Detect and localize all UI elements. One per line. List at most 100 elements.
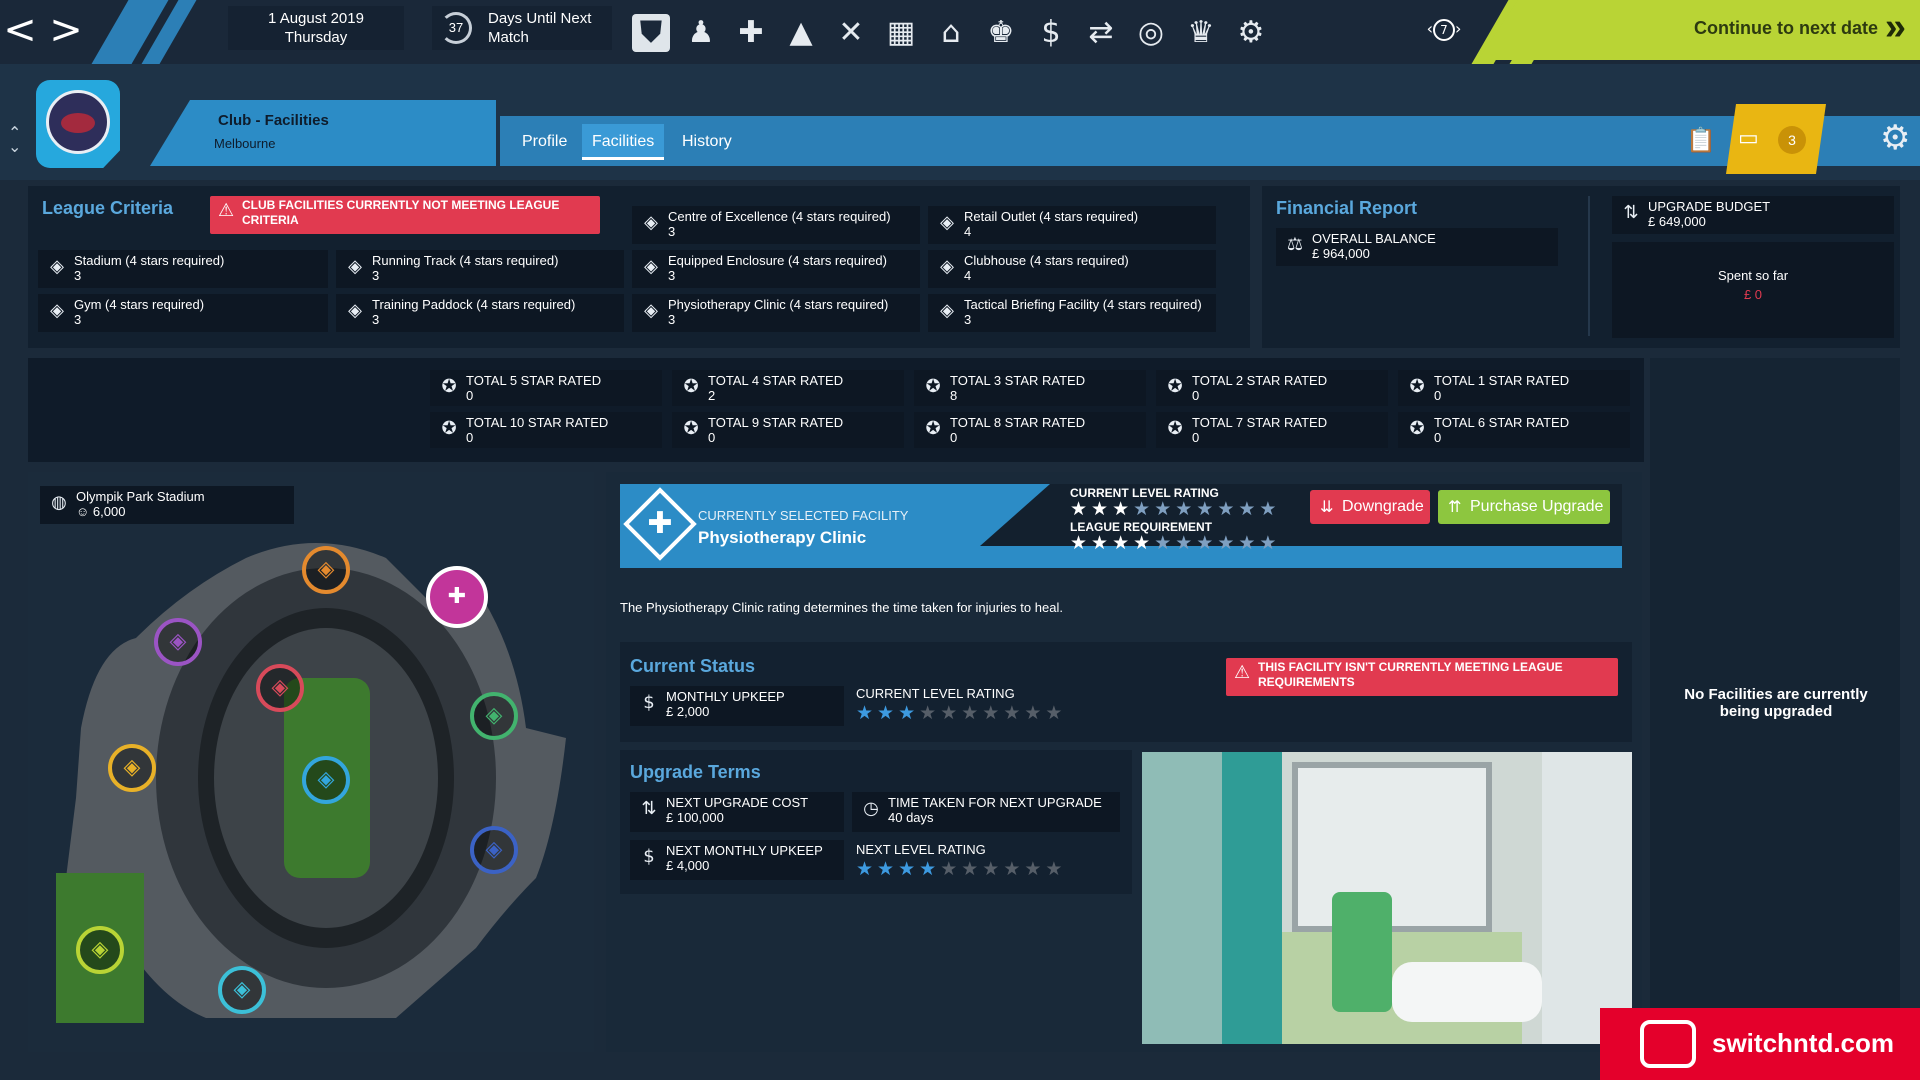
facility-marker-yellow[interactable]: ◈ bbox=[108, 744, 156, 792]
watermark-text: switchntd.com bbox=[1712, 1028, 1895, 1058]
club-shield-icon[interactable]: ⛊ bbox=[632, 14, 670, 52]
total-value: 0 bbox=[708, 430, 716, 445]
facility-diamond-icon: ◈ bbox=[940, 212, 954, 233]
empty-star-icon: ★ bbox=[961, 858, 983, 880]
history-counter[interactable]: ‹ 7 › bbox=[1424, 14, 1464, 44]
tab-facilities[interactable]: Facilities bbox=[582, 124, 665, 160]
tactics-icon[interactable]: ✕ bbox=[832, 14, 870, 52]
criteria-item[interactable]: ◈ Training Paddock (4 stars required) 3 bbox=[336, 294, 624, 332]
empty-star-icon: ★ bbox=[1045, 858, 1067, 880]
facility-marker-purple[interactable]: ◈ bbox=[154, 618, 202, 666]
criteria-value: 3 bbox=[668, 312, 676, 327]
curtain-left bbox=[1142, 752, 1222, 1044]
upgrade-budget-label: UPGRADE BUDGET bbox=[1648, 199, 1771, 214]
criteria-item[interactable]: ◈ Clubhouse (4 stars required) 4 bbox=[928, 250, 1216, 288]
empty-star-icon: ★ bbox=[940, 858, 962, 880]
filled-star-icon: ★ bbox=[1091, 532, 1113, 554]
facility-marker-red[interactable]: ◈ bbox=[256, 664, 304, 712]
league-requirement-stars: ★★★★★★★★★★ bbox=[1070, 532, 1280, 554]
home-icon[interactable]: ⌂ bbox=[932, 14, 970, 52]
current-date: 1 August 2019 Thursday bbox=[228, 6, 404, 50]
facility-marker-green[interactable]: ◈ bbox=[470, 692, 518, 740]
stadium-name: Olympik Park Stadium bbox=[76, 489, 205, 504]
medical-icon[interactable]: ✚ bbox=[732, 14, 770, 52]
purchase-upgrade-button[interactable]: ⇈ Purchase Upgrade bbox=[1438, 490, 1610, 524]
collapse-toggle-icon[interactable]: ⌃ ⌄ bbox=[8, 125, 21, 155]
next-level-label: NEXT LEVEL RATING bbox=[856, 842, 986, 857]
star-badge-icon: ✪ bbox=[1409, 376, 1425, 397]
tab-history[interactable]: History bbox=[672, 124, 742, 160]
criteria-label: Clubhouse (4 stars required) bbox=[964, 253, 1129, 268]
balance-scale-icon: ⚖ bbox=[1286, 234, 1304, 255]
tab-profile[interactable]: Profile bbox=[512, 124, 577, 160]
criteria-label: Training Paddock (4 stars required) bbox=[372, 297, 576, 312]
top-bar: < > 1 August 2019 Thursday 37 Days Until… bbox=[0, 0, 1920, 64]
facility-marker-lime[interactable]: ◈ bbox=[76, 926, 124, 974]
empty-star-icon: ★ bbox=[1259, 498, 1281, 520]
empty-star-icon: ★ bbox=[1175, 532, 1197, 554]
facility-diamond-icon: ◈ bbox=[940, 256, 954, 277]
facility-marker-blue[interactable]: ◈ bbox=[470, 826, 518, 874]
filled-star-icon: ★ bbox=[898, 858, 920, 880]
criteria-item[interactable]: ◈ Running Track (4 stars required) 3 bbox=[336, 250, 624, 288]
next-upkeep-value: £ 4,000 bbox=[666, 858, 710, 873]
criteria-item[interactable]: ◈ Centre of Excellence (4 stars required)… bbox=[632, 206, 920, 244]
filled-star-icon: ★ bbox=[856, 858, 878, 880]
status-rating-label: CURRENT LEVEL RATING bbox=[856, 686, 1015, 701]
training-cone-icon[interactable]: ▲ bbox=[782, 14, 820, 52]
facility-diamond-icon: ◈ bbox=[644, 212, 658, 233]
squad-icon[interactable]: ♟ bbox=[682, 14, 720, 52]
board-icon[interactable]: ⚙ bbox=[1232, 14, 1270, 52]
inbox-icon: ▭ bbox=[1738, 126, 1759, 151]
total-label: TOTAL 2 STAR RATED bbox=[1192, 373, 1328, 388]
downgrade-button[interactable]: ⇊ Downgrade bbox=[1310, 490, 1430, 524]
spent-label: Spent so far bbox=[1717, 268, 1789, 283]
history-count: 7 bbox=[1433, 19, 1455, 41]
empty-star-icon: ★ bbox=[1133, 498, 1155, 520]
filled-star-icon: ★ bbox=[877, 858, 899, 880]
current-level-stars: ★★★★★★★★★★ bbox=[1070, 498, 1280, 520]
criteria-value: 3 bbox=[372, 312, 380, 327]
scouting-icon[interactable]: ◎ bbox=[1132, 14, 1170, 52]
empty-star-icon: ★ bbox=[919, 702, 941, 724]
filled-star-icon: ★ bbox=[1133, 532, 1155, 554]
empty-star-icon: ★ bbox=[1196, 532, 1218, 554]
total-label: TOTAL 3 STAR RATED bbox=[950, 373, 1086, 388]
clipboard-icon[interactable]: 📋 bbox=[1686, 126, 1716, 154]
next-upgrade-cost-label: NEXT UPGRADE COST bbox=[666, 795, 809, 810]
club-location: Melbourne bbox=[214, 136, 276, 151]
criteria-value: 3 bbox=[668, 224, 676, 239]
total-value: 0 bbox=[1192, 388, 1200, 403]
inbox-button[interactable]: ▭ 3 bbox=[1726, 104, 1826, 174]
finance-icon[interactable]: $ bbox=[1032, 14, 1070, 52]
facility-marker-selected-physio[interactable]: ✚ bbox=[426, 566, 488, 628]
facility-marker-cyan[interactable]: ◈ bbox=[218, 966, 266, 1014]
total-value: 2 bbox=[708, 388, 716, 403]
criteria-item[interactable]: ◈ Gym (4 stars required) 3 bbox=[38, 294, 328, 332]
continue-button[interactable]: Continue to next date » bbox=[1478, 0, 1920, 60]
criteria-item[interactable]: ◈ Retail Outlet (4 stars required) 4 bbox=[928, 206, 1216, 244]
settings-gear-icon[interactable]: ⚙ bbox=[1880, 118, 1910, 158]
filled-star-icon: ★ bbox=[898, 702, 920, 724]
star-badge-icon: ✪ bbox=[925, 376, 941, 397]
calendar-icon[interactable]: ▦ bbox=[882, 14, 920, 52]
criteria-item[interactable]: ◈ Physiotherapy Clinic (4 stars required)… bbox=[632, 294, 920, 332]
criteria-item[interactable]: ◈ Stadium (4 stars required) 3 bbox=[38, 250, 328, 288]
staff-icon[interactable]: ♚ bbox=[982, 14, 1020, 52]
filled-star-icon: ★ bbox=[1091, 498, 1113, 520]
transfers-icon[interactable]: ⇄ bbox=[1082, 14, 1120, 52]
history-right-icon: › bbox=[1455, 19, 1462, 38]
forward-arrow-icon[interactable]: > bbox=[46, 8, 86, 52]
criteria-item[interactable]: ◈ Tactical Briefing Facility (4 stars req… bbox=[928, 294, 1216, 332]
facility-requirement-alert: ⚠ THIS FACILITY ISN'T CURRENTLY MEETING … bbox=[1226, 658, 1618, 696]
overall-balance-value: £ 964,000 bbox=[1312, 246, 1370, 261]
facility-marker-stadium[interactable]: ◈ bbox=[302, 756, 350, 804]
total-label: TOTAL 8 STAR RATED bbox=[950, 415, 1086, 430]
back-arrow-icon[interactable]: < bbox=[0, 8, 40, 52]
club-title-bar: Club - Facilities Melbourne bbox=[150, 100, 496, 166]
trophy-icon[interactable]: ♛ bbox=[1182, 14, 1220, 52]
days-label-line2: Match bbox=[488, 29, 529, 46]
facility-marker-orange[interactable]: ◈ bbox=[302, 546, 350, 594]
criteria-item[interactable]: ◈ Equipped Enclosure (4 stars required) 3 bbox=[632, 250, 920, 288]
criteria-value: 3 bbox=[668, 268, 676, 283]
